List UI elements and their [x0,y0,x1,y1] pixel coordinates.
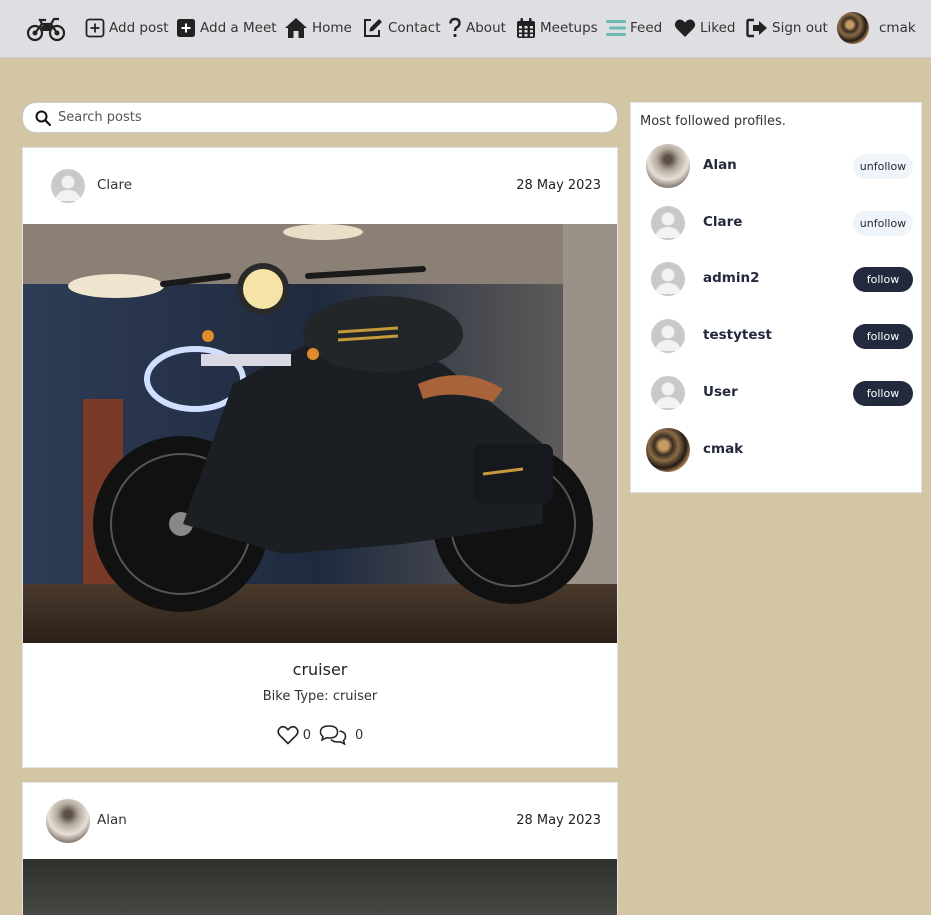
nav-contact-label: Contact [388,20,441,36]
nav-profile[interactable]: cmak [837,12,916,44]
nav-meetups-label: Meetups [540,20,598,36]
post-image[interactable] [23,859,617,915]
post-stats: 0 0 [23,724,617,746]
nav-liked[interactable]: Liked [674,15,735,41]
nav-meetups[interactable]: Meetups [516,15,598,41]
nav-feed[interactable]: Feed [606,15,662,41]
nav-add-meet[interactable]: Add a Meet [176,15,277,41]
nav-about-label: About [466,20,506,36]
nav-sign-out[interactable]: Sign out [746,15,828,41]
follow-button[interactable]: follow [853,381,913,406]
comments-count: 0 [355,727,364,743]
avatar[interactable] [46,799,90,843]
home-icon [285,18,307,38]
profile-name[interactable]: Alan [703,157,737,173]
unfollow-button[interactable]: unfollow [853,211,913,236]
search-icon [35,110,51,126]
motorcycle-logo[interactable] [26,14,66,42]
profile-row: cmak [631,427,923,473]
unfollow-button[interactable]: unfollow [853,154,913,179]
profile-row: Alan unfollow [631,143,923,189]
avatar[interactable] [651,376,685,410]
nav-home[interactable]: Home [284,15,352,41]
edit-icon [364,19,382,37]
avatar[interactable] [646,428,690,472]
profile-name[interactable]: admin2 [703,270,759,286]
avatar[interactable] [646,144,690,188]
profile-name[interactable]: cmak [703,441,743,457]
post-author[interactable]: Alan [97,812,127,828]
profile-row: Clare unfollow [631,200,923,246]
post-title[interactable]: cruiser [23,660,617,679]
avatar [837,12,869,44]
sidebar-title: Most followed profiles. [640,114,786,129]
heart-icon [674,19,696,37]
avatar[interactable] [651,262,685,296]
post-author[interactable]: Clare [97,177,132,193]
plus-square-icon [85,18,105,38]
nav-username: cmak [879,20,916,36]
profile-name[interactable]: Clare [703,214,742,230]
follow-button[interactable]: follow [853,324,913,349]
nav-contact[interactable]: Contact [362,15,441,41]
post-card: Clare 28 May 2023 cruiser Bike Type: cru… [22,147,618,768]
most-followed-profiles: Most followed profiles. Alan unfollow Cl… [630,102,922,493]
follow-button[interactable]: follow [853,267,913,292]
nav-sign-out-label: Sign out [772,20,828,36]
post-date: 28 May 2023 [516,178,601,193]
sign-out-icon [746,18,767,38]
nav-add-post[interactable]: Add post [85,15,169,41]
nav-add-post-label: Add post [109,20,169,36]
nav-feed-label: Feed [630,20,663,36]
navbar: Add post Add a Meet Home Contact About M… [0,0,931,58]
stream-icon [606,20,626,36]
calendar-icon [517,18,535,38]
profile-name[interactable]: User [703,384,738,400]
avatar[interactable] [651,319,685,353]
question-icon [449,17,461,38]
likes-count: 0 [302,727,311,743]
avatar[interactable] [651,206,685,240]
search-bar [22,102,618,133]
comments-icon[interactable] [319,724,347,746]
nav-liked-label: Liked [700,20,736,36]
heart-outline-icon[interactable] [277,725,299,745]
post-card: Alan 28 May 2023 [22,782,618,915]
post-date: 28 May 2023 [516,813,601,828]
search-input[interactable] [58,110,578,125]
avatar[interactable] [51,169,85,203]
post-image[interactable] [23,224,617,643]
post-bike-type: Bike Type: cruiser [262,689,378,704]
profile-row: testytest follow [631,313,923,359]
post-header: Clare 28 May 2023 [23,148,617,224]
post-header: Alan 28 May 2023 [23,783,617,859]
profile-name[interactable]: testytest [703,327,772,343]
profile-row: admin2 follow [631,256,923,302]
nav-about[interactable]: About [448,15,506,41]
profile-row: User follow [631,370,923,416]
plus-square-filled-icon [177,19,195,37]
nav-add-meet-label: Add a Meet [200,20,277,36]
nav-home-label: Home [312,20,352,36]
